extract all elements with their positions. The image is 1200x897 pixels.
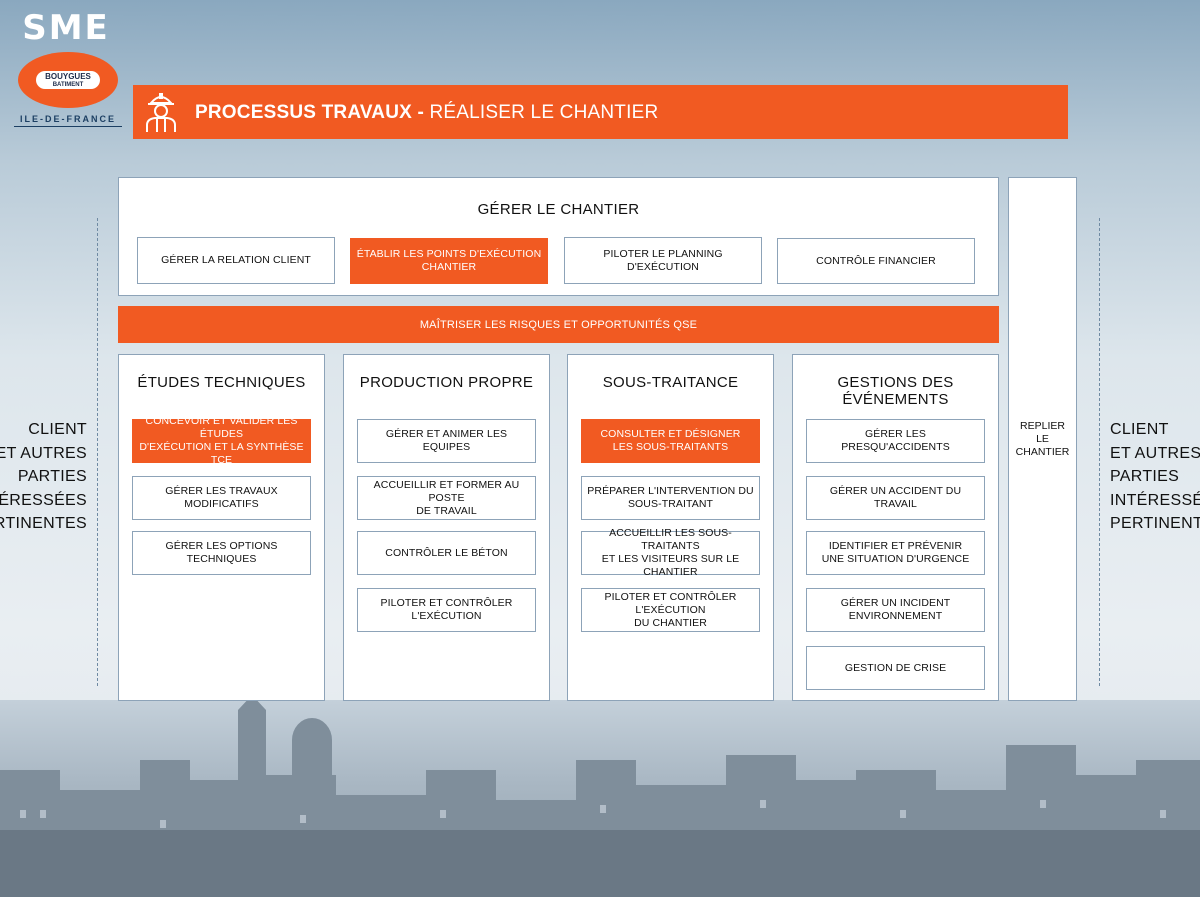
column-title: PRODUCTION PROPRE — [359, 374, 534, 391]
process-concevoir-valider-etudes[interactable]: CONCEVOIR ET VALIDER LES ÉTUDES D'EXÉCUT… — [132, 415, 311, 466]
page-header: PROCESSUS TRAVAUX - RÉALISER LE CHANTIER — [133, 85, 1068, 139]
side-label-right: CLIENT ET AUTRES PARTIES INTÉRESSÉES PER… — [1110, 421, 1200, 532]
process-accueillir-st-visiteurs[interactable]: ACCUEILLIR LES SOUS-TRAITANTS ET LES VIS… — [581, 527, 760, 578]
dashed-divider-left — [97, 218, 98, 686]
side-label-left: CLIENT ET AUTRES PARTIES INTÉRESSÉES PER… — [0, 421, 87, 532]
column-etudes-techniques: ÉTUDES TECHNIQUES CONCEVOIR ET VALIDER L… — [118, 354, 325, 701]
process-replier-chantier[interactable]: REPLIER LE CHANTIER — [1008, 177, 1077, 701]
process-gerer-travaux-modificatifs[interactable]: GÉRER LES TRAVAUX MODIFICATIFS — [132, 476, 311, 520]
column-title: ÉTUDES TECHNIQUES — [137, 374, 306, 391]
logo-brand: SME — [22, 8, 110, 48]
logo-divider — [14, 126, 122, 127]
dashed-divider-right — [1099, 218, 1100, 686]
logo-company-line2: BATIMENT — [52, 82, 84, 88]
process-consulter-designer-st[interactable]: CONSULTER ET DÉSIGNER LES SOUS-TRAITANTS — [581, 419, 760, 463]
column-sous-traitance: SOUS-TRAITANCE CONSULTER ET DÉSIGNER LES… — [567, 354, 774, 701]
process-accueillir-former[interactable]: ACCUEILLIR ET FORMER AU POSTE DE TRAVAIL — [357, 476, 536, 520]
construction-worker-icon — [146, 93, 176, 132]
process-controle-financier[interactable]: CONTRÔLE FINANCIER — [777, 238, 975, 284]
gerer-chantier-title: GÉRER LE CHANTIER — [477, 201, 640, 218]
column-gestions-evenements: GESTIONS DES ÉVÉNEMENTS GÉRER LES PRESQU… — [792, 354, 999, 701]
page-title-light: RÉALISER LE CHANTIER — [424, 102, 659, 123]
process-identifier-prevenir-urgence[interactable]: IDENTIFIER ET PRÉVENIR UNE SITUATION D'U… — [806, 531, 985, 575]
city-skyline-background — [0, 700, 1200, 897]
process-controler-beton[interactable]: CONTRÔLER LE BÉTON — [357, 531, 536, 575]
process-gerer-presquaccidents[interactable]: GÉRER LES PRESQU'ACCIDENTS — [806, 419, 985, 463]
logo-oval: BOUYGUES BATIMENT — [18, 52, 118, 108]
process-piloter-controler-execution[interactable]: PILOTER ET CONTRÔLER L'EXÉCUTION — [357, 588, 536, 632]
column-production-propre: PRODUCTION PROPRE GÉRER ET ANIMER LES EQ… — [343, 354, 550, 701]
gerer-chantier-panel: GÉRER LE CHANTIER GÉRER LA RELATION CLIE… — [118, 177, 999, 296]
process-gerer-animer-equipes[interactable]: GÉRER ET ANIMER LES EQUIPES — [357, 419, 536, 463]
column-title: SOUS-TRAITANCE — [602, 374, 739, 391]
process-etablir-points-execution[interactable]: ÉTABLIR LES POINTS D'EXÉCUTION CHANTIER — [350, 238, 548, 284]
page-title-bold: PROCESSUS TRAVAUX - — [195, 102, 425, 123]
process-gerer-accident-travail[interactable]: GÉRER UN ACCIDENT DU TRAVAIL — [806, 476, 985, 520]
logo-company-line1: BOUYGUES — [45, 72, 91, 81]
process-piloter-execution-chantier[interactable]: PILOTER ET CONTRÔLER L'EXÉCUTION DU CHAN… — [581, 588, 760, 632]
page-title: PROCESSUS TRAVAUX - RÉALISER LE CHANTIER — [195, 102, 658, 124]
process-gerer-relation-client[interactable]: GÉRER LA RELATION CLIENT — [137, 237, 335, 284]
column-title: GESTIONS DES ÉVÉNEMENTS — [837, 374, 954, 408]
process-preparer-intervention-st[interactable]: PRÉPARER L'INTERVENTION DU SOUS-TRAITANT — [581, 476, 760, 520]
company-logo: SME BOUYGUES BATIMENT ILE-DE-FRANCE — [14, 8, 124, 127]
risques-opportunites-bar[interactable]: MAÎTRISER LES RISQUES ET OPPORTUNITÉS QS… — [118, 306, 999, 343]
process-gerer-incident-environnement[interactable]: GÉRER UN INCIDENT ENVIRONNEMENT — [806, 588, 985, 632]
process-gestion-crise[interactable]: GESTION DE CRISE — [806, 646, 985, 690]
process-piloter-planning[interactable]: PILOTER LE PLANNING D'EXÉCUTION — [564, 237, 762, 284]
logo-region: ILE-DE-FRANCE — [20, 114, 116, 124]
process-gerer-options-techniques[interactable]: GÉRER LES OPTIONS TECHNIQUES — [132, 531, 311, 575]
